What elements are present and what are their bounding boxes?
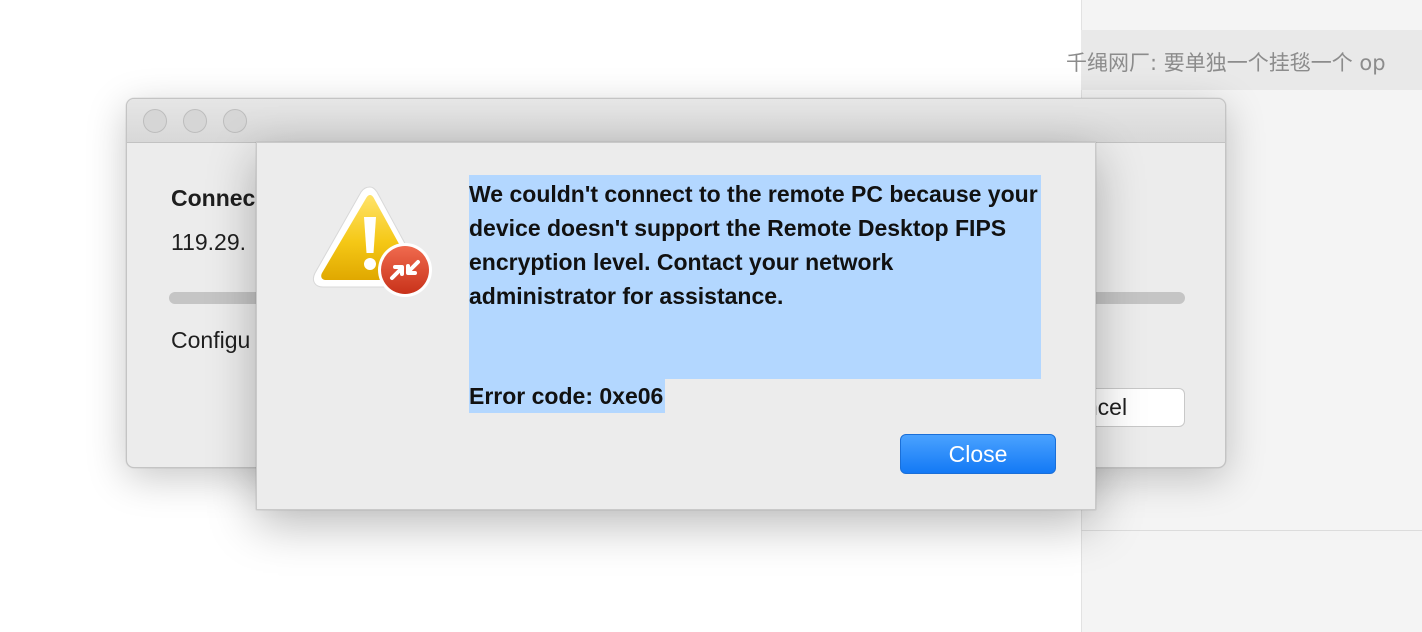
alert-error-code[interactable]: Error code: 0xe06 <box>469 379 666 413</box>
zoom-window-button[interactable] <box>223 109 247 133</box>
error-alert-dialog: We couldn't connect to the remote PC bec… <box>256 142 1096 510</box>
connection-address: 119.29. <box>171 229 247 255</box>
alert-message[interactable]: We couldn't connect to the remote PC bec… <box>469 177 1041 313</box>
connection-status: Configu <box>171 327 251 353</box>
minimize-window-button[interactable] <box>183 109 207 133</box>
window-titlebar <box>127 99 1225 143</box>
chat-preview-text: 千绳网厂: 要单独一个挂毯一个 op <box>1066 51 1386 75</box>
warning-remote-desktop-icon <box>307 181 435 301</box>
close-window-button[interactable] <box>143 109 167 133</box>
close-button[interactable]: Close <box>900 434 1056 474</box>
divider <box>1081 530 1422 531</box>
connection-title: Connec <box>171 185 256 211</box>
